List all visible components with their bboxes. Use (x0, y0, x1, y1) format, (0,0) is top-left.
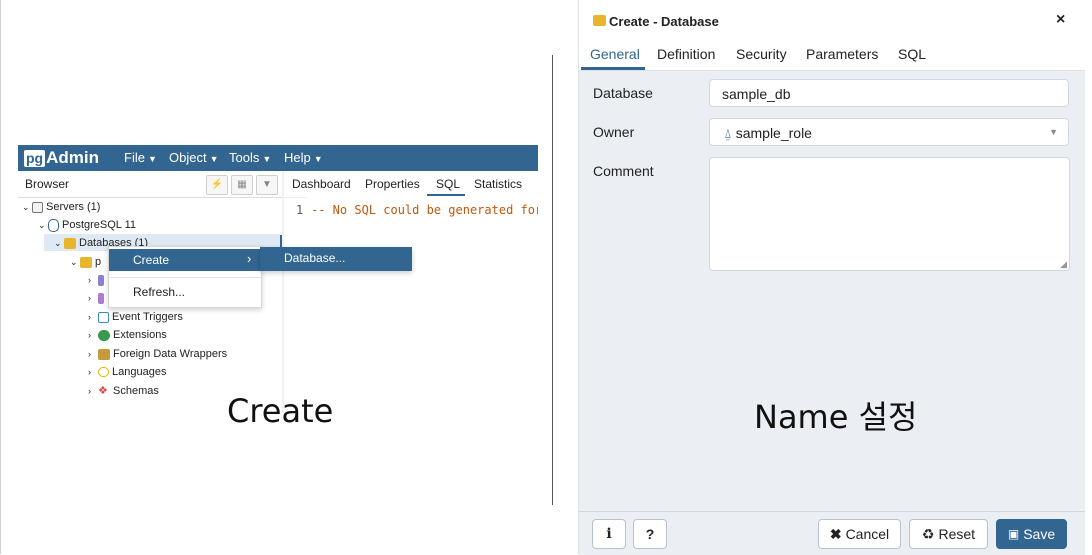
chevron-down-icon: ▼ (147, 154, 157, 164)
tree-item-casts[interactable]: › (88, 272, 107, 288)
owner-select[interactable]: ⍙ sample_role ▼ (709, 118, 1069, 146)
menu-help[interactable]: Help ▼ (284, 150, 323, 165)
cancel-button[interactable]: ✖ Cancel (818, 519, 901, 549)
active-tab-indicator (581, 67, 645, 70)
owner-label: Owner (593, 124, 635, 140)
recycle-icon: ♻ (921, 525, 935, 542)
tree-item-servers[interactable]: ⌄ Servers (1) (22, 199, 100, 215)
logo-pg: pg (24, 149, 46, 167)
save-button[interactable]: ▣ Save (996, 519, 1067, 549)
tab-properties[interactable]: Properties (365, 177, 420, 191)
logo-admin: Admin (46, 148, 99, 167)
tab-sql[interactable]: SQL (436, 177, 460, 191)
schema-icon: ❖ (98, 384, 108, 397)
catalog-icon (98, 292, 104, 304)
sql-text: -- No SQL could be generated for (311, 203, 538, 217)
tree-item-postgresql[interactable]: ⌄ PostgreSQL 11 (38, 217, 136, 233)
chevron-down-icon: ⌄ (70, 256, 78, 267)
comment-label: Comment (593, 163, 654, 179)
chevron-down-icon: ⌄ (38, 219, 46, 230)
tab-statistics[interactable]: Statistics (474, 177, 522, 191)
query-tool-icon[interactable]: ⚡ (206, 175, 228, 195)
chevron-down-icon: ▼ (262, 154, 272, 164)
chevron-right-icon: › (88, 330, 91, 340)
filter-icon[interactable]: ▼ (256, 175, 278, 195)
menu-divider (109, 277, 261, 278)
tab-sql[interactable]: SQL (898, 46, 926, 62)
chevron-down-icon: ▼ (1049, 127, 1058, 137)
chevron-down-icon: ⌄ (22, 201, 30, 212)
tab-parameters[interactable]: Parameters (806, 46, 878, 62)
resize-handle-icon[interactable]: ◢ (1060, 259, 1067, 270)
chevron-right-icon: › (88, 293, 91, 303)
chevron-right-icon: › (88, 386, 91, 396)
divider (552, 55, 553, 505)
pgadmin-header: pg Admin File ▼ Object ▼ Tools ▼ Help ▼ (18, 145, 538, 171)
tab-security[interactable]: Security (736, 46, 787, 62)
chevron-right-icon: › (88, 367, 91, 377)
fdw-icon (98, 348, 110, 360)
tab-definition[interactable]: Definition (657, 46, 715, 62)
database-icon (64, 237, 76, 249)
close-icon[interactable]: × (1056, 11, 1065, 29)
dialog-footer: i ? ✖ Cancel ♻ Reset ▣ Save (579, 511, 1085, 555)
tree-item-fdw[interactable]: › Foreign Data Wrappers (88, 346, 227, 362)
submenu-database[interactable]: Database... (284, 251, 345, 265)
close-icon: ✖ (829, 525, 842, 542)
help-button[interactable]: ? (633, 519, 667, 549)
tree-item-schemas[interactable]: › ❖ Schemas (88, 383, 159, 399)
tree-item-event-triggers[interactable]: › Event Triggers (88, 309, 183, 325)
reset-button[interactable]: ♻ Reset (909, 519, 988, 549)
chevron-right-icon: › (88, 312, 91, 322)
menu-file[interactable]: File ▼ (124, 150, 157, 165)
context-menu-refresh[interactable]: Refresh... (109, 283, 261, 303)
create-database-dialog: Create - Database × General Definition S… (578, 0, 1085, 555)
chevron-down-icon: ▼ (313, 154, 323, 164)
info-button[interactable]: i (592, 519, 626, 549)
chevron-right-icon: › (88, 349, 91, 359)
tab-dashboard[interactable]: Dashboard (292, 177, 351, 191)
dialog-title: Create - Database (609, 14, 719, 29)
server-group-icon (32, 201, 43, 213)
database-name-input[interactable]: sample_db (709, 79, 1069, 107)
cast-icon (98, 274, 104, 286)
left-border (0, 0, 1, 554)
pgadmin-logo: pg Admin (24, 148, 99, 168)
language-icon (98, 367, 109, 377)
elephant-icon (48, 218, 59, 232)
extension-icon (98, 329, 110, 341)
menu-object[interactable]: Object ▼ (169, 150, 219, 165)
active-tab-indicator (427, 194, 465, 196)
caption-create: Create (227, 392, 334, 430)
tree-item-database[interactable]: ⌄ p (70, 254, 101, 270)
browser-toolbar: Browser ⚡ ▦ ▼ (18, 171, 282, 198)
view-data-icon[interactable]: ▦ (231, 175, 253, 195)
sql-line-number: 1 (296, 203, 304, 217)
context-menu: Create › Refresh... (108, 246, 262, 308)
chevron-down-icon: ▼ (209, 154, 219, 164)
chevron-down-icon: ⌄ (54, 237, 62, 248)
scrollbar[interactable] (280, 235, 282, 247)
menu-tools[interactable]: Tools ▼ (229, 150, 271, 165)
event-trigger-icon (98, 311, 109, 323)
user-icon: ⍙ (724, 126, 732, 141)
save-icon: ▣ (1007, 527, 1020, 541)
database-label: Database (593, 85, 653, 101)
dialog-tabs: General Definition Security Parameters S… (579, 40, 1085, 71)
sql-pane (284, 198, 538, 413)
tree-item-languages[interactable]: › Languages (88, 364, 166, 380)
browser-label: Browser (25, 177, 70, 191)
caption-name-setting: Name 설정 (754, 398, 918, 436)
context-menu-create[interactable]: Create › (109, 249, 261, 271)
submenu: Database... (260, 247, 412, 271)
database-icon (80, 256, 92, 268)
tab-general[interactable]: General (590, 46, 640, 62)
tree-item-extensions[interactable]: › Extensions (88, 327, 167, 343)
chevron-right-icon: › (88, 275, 91, 285)
chevron-right-icon: › (247, 251, 252, 266)
database-icon (593, 15, 606, 26)
tree-item-catalogs[interactable]: › (88, 290, 107, 306)
dialog-title-bar: Create - Database × (579, 0, 1085, 41)
comment-textarea[interactable]: ◢ (709, 157, 1070, 271)
